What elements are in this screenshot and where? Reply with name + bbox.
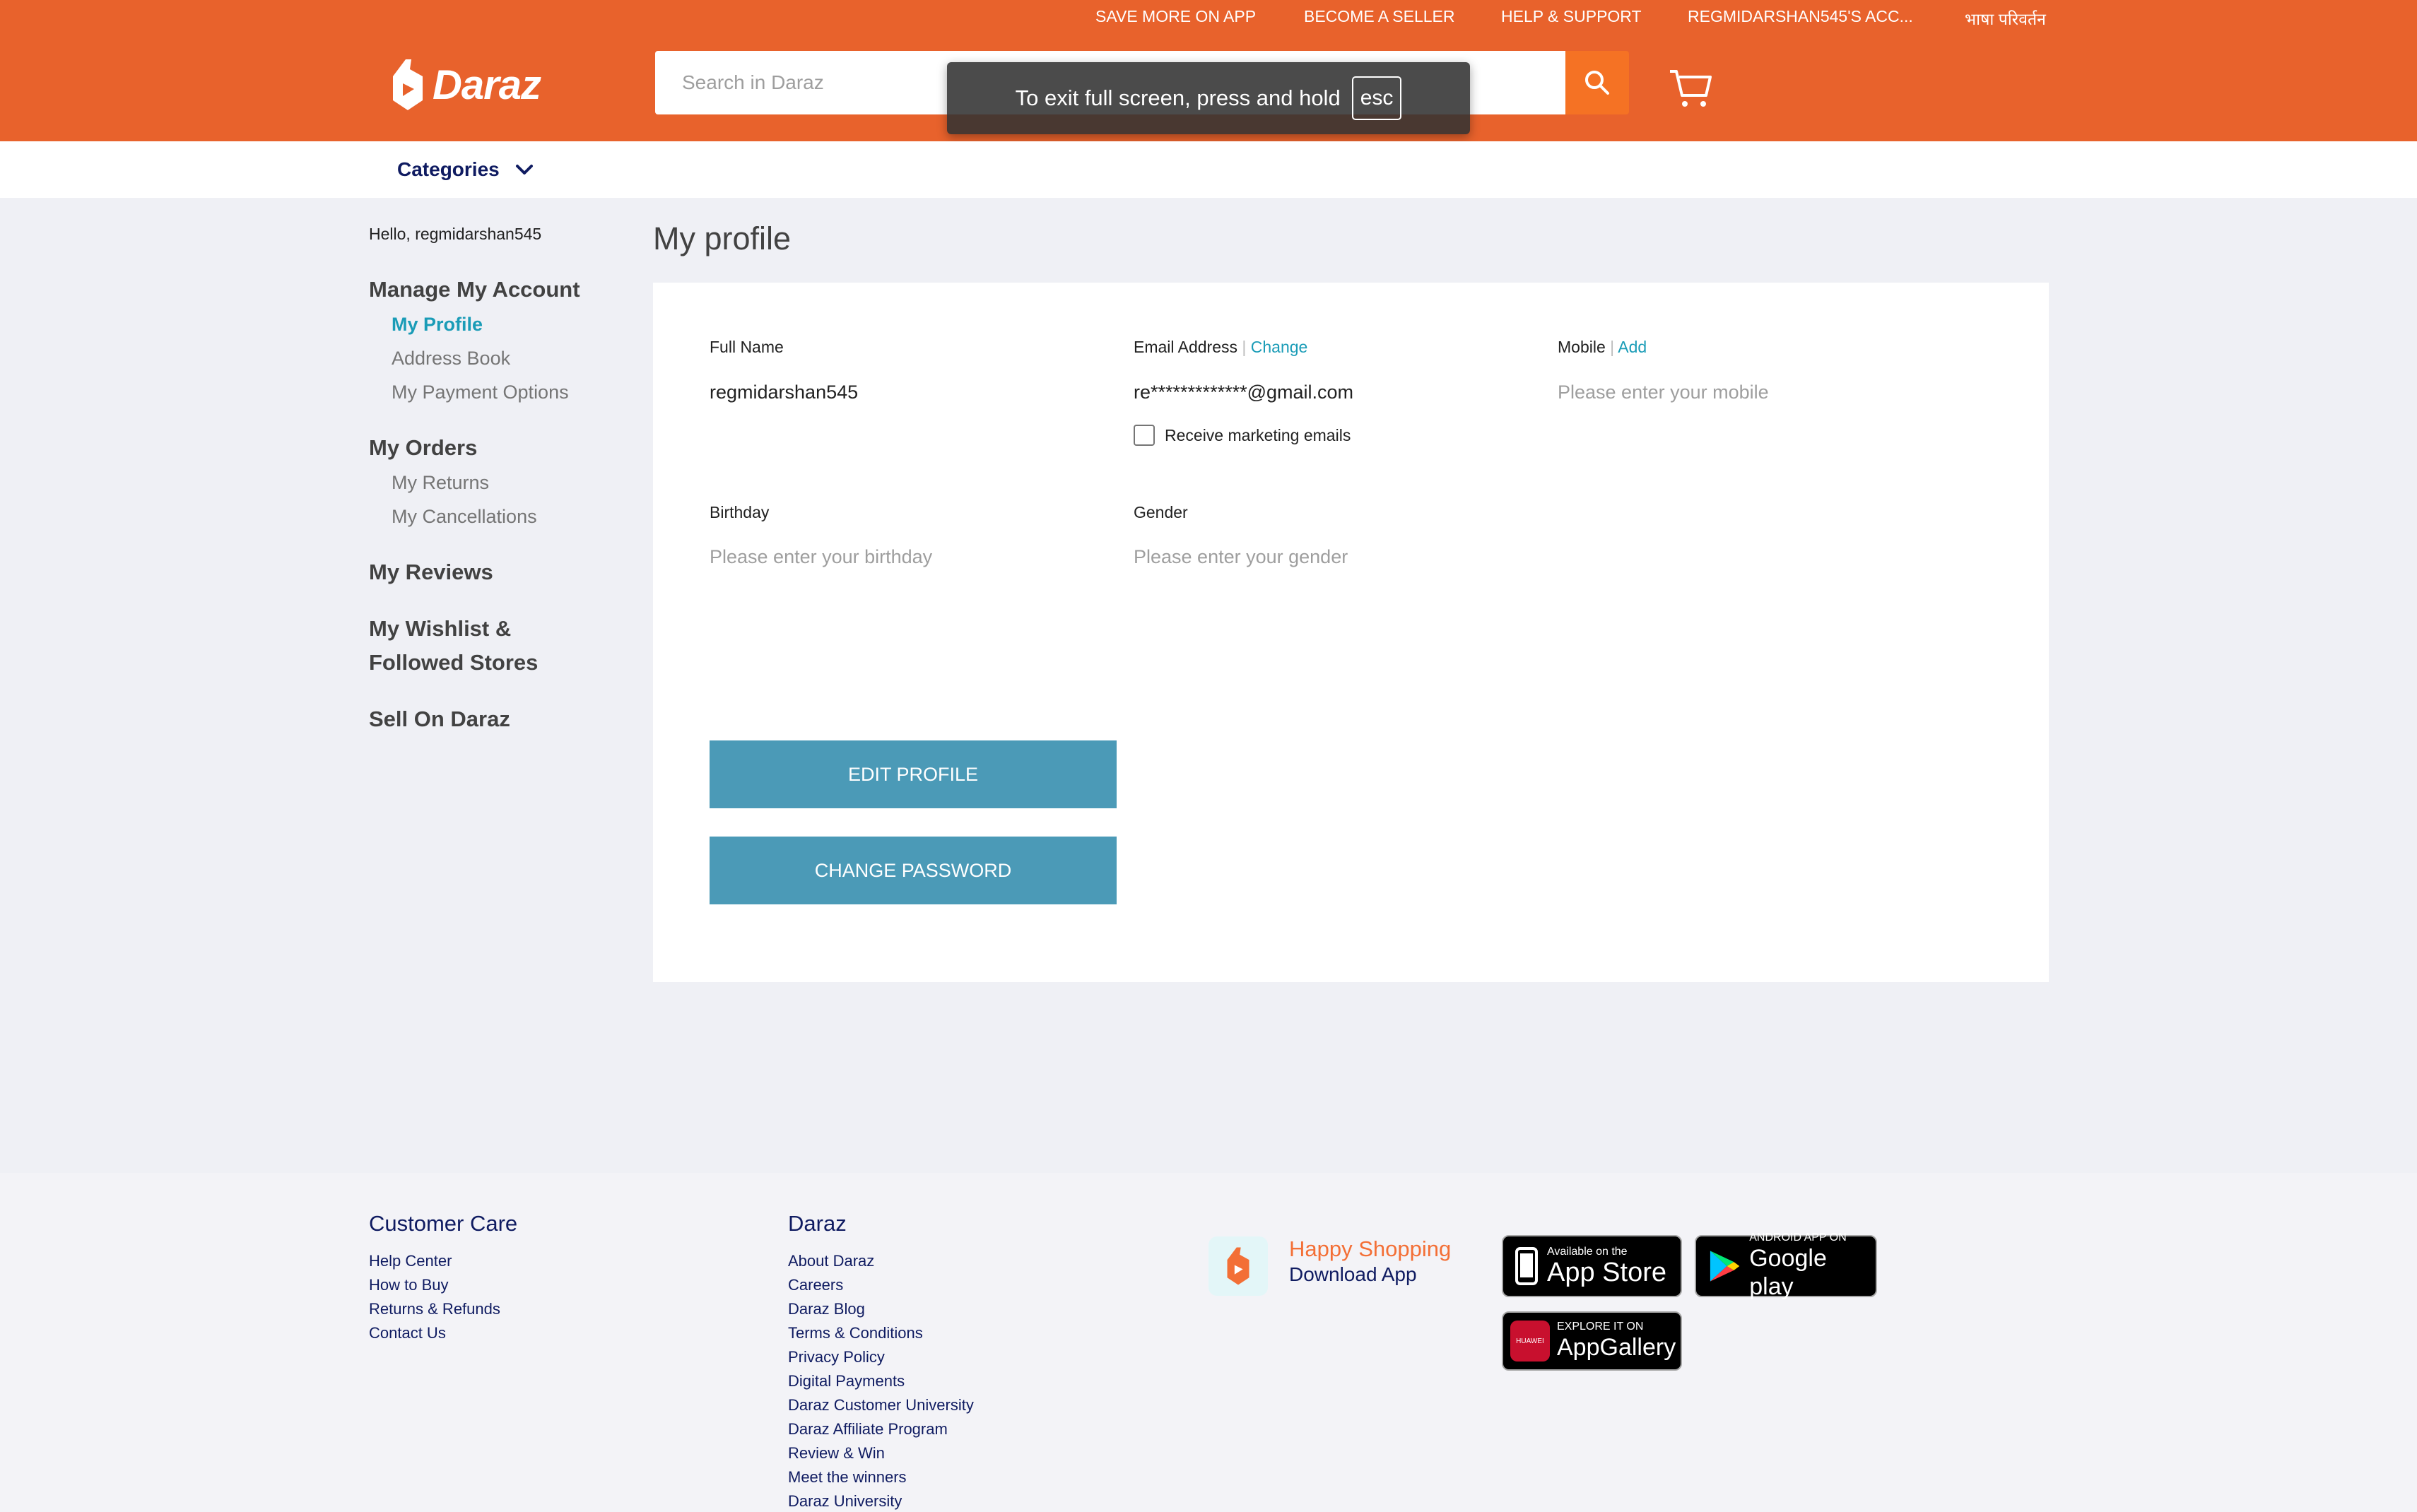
esc-key-badge: esc: [1351, 76, 1402, 120]
footer: Customer Care Help Center How to Buy Ret…: [0, 1173, 2417, 1512]
footer-link-customer-university[interactable]: Daraz Customer University: [788, 1396, 974, 1414]
happy-shopping-text: Happy Shopping: [1289, 1236, 1452, 1261]
page-title: My profile: [653, 220, 792, 256]
edit-profile-button[interactable]: EDIT PROFILE: [710, 740, 1117, 808]
footer-link-terms[interactable]: Terms & Conditions: [788, 1324, 923, 1342]
search-button[interactable]: [1565, 51, 1629, 114]
sidebar-sell-on-daraz[interactable]: Sell On Daraz: [369, 707, 510, 732]
sidebar-item-my-cancellations[interactable]: My Cancellations: [392, 506, 537, 528]
google-play-icon: [1710, 1251, 1740, 1282]
sidebar-wishlist-line1[interactable]: My Wishlist &: [369, 616, 511, 642]
sidebar-item-my-returns[interactable]: My Returns: [392, 472, 489, 494]
birthday-label: Birthday: [710, 503, 770, 521]
full-name-value: regmidarshan545: [710, 382, 859, 403]
mobile-label-group: Mobile | Add: [1558, 338, 1647, 357]
full-name-label: Full Name: [710, 338, 784, 356]
footer-link-privacy[interactable]: Privacy Policy: [788, 1348, 885, 1366]
phone-icon: [1515, 1247, 1538, 1285]
help-support-link[interactable]: HELP & SUPPORT: [1501, 7, 1642, 26]
app-store-badge[interactable]: Available on the App Store: [1502, 1235, 1682, 1297]
sidebar-wishlist-line2[interactable]: Followed Stores: [369, 650, 538, 675]
footer-link-university[interactable]: Daraz University: [788, 1492, 902, 1511]
footer-link-careers[interactable]: Careers: [788, 1276, 843, 1294]
mobile-placeholder: Please enter your mobile: [1558, 382, 1769, 403]
google-play-small-text: ANDROID APP ON: [1749, 1232, 1847, 1244]
marketing-emails-label: Receive marketing emails: [1165, 425, 1351, 444]
marketing-emails-checkbox[interactable]: [1134, 425, 1155, 446]
sidebar-manage-account[interactable]: Manage My Account: [369, 277, 580, 302]
sidebar-my-reviews[interactable]: My Reviews: [369, 560, 493, 585]
email-change-link[interactable]: Change: [1251, 338, 1308, 356]
email-label-group: Email Address | Change: [1134, 338, 1307, 357]
gender-placeholder: Please enter your gender: [1134, 546, 1348, 567]
download-app-text: Download App: [1289, 1263, 1417, 1285]
footer-link-review-win[interactable]: Review & Win: [788, 1444, 885, 1463]
sidebar-item-address-book[interactable]: Address Book: [392, 348, 510, 370]
profile-card: Full Name regmidarshan545 Email Address …: [653, 283, 2049, 982]
app-gallery-badge[interactable]: HUAWEI EXPLORE IT ON AppGallery: [1502, 1311, 1682, 1371]
app-store-big-text: App Store: [1547, 1258, 1666, 1287]
footer-link-about[interactable]: About Daraz: [788, 1252, 874, 1270]
categories-dropdown[interactable]: Categories: [397, 158, 534, 181]
footer-link-returns-refunds[interactable]: Returns & Refunds: [369, 1300, 500, 1318]
email-value: re*************@gmail.com: [1134, 382, 1354, 403]
footer-link-digital-payments[interactable]: Digital Payments: [788, 1372, 905, 1390]
mobile-label: Mobile: [1558, 338, 1606, 356]
logo-text: Daraz: [433, 61, 541, 108]
footer-customer-care-title: Customer Care: [369, 1211, 518, 1236]
mobile-separator: |: [1610, 338, 1615, 356]
birthday-placeholder: Please enter your birthday: [710, 546, 933, 567]
daraz-app-logo-icon: [1227, 1247, 1249, 1285]
footer-link-help-center[interactable]: Help Center: [369, 1252, 452, 1270]
footer-daraz-title: Daraz: [788, 1211, 847, 1236]
google-play-big-text: Google play: [1749, 1245, 1827, 1300]
top-bar: SAVE MORE ON APP BECOME A SELLER HELP & …: [0, 0, 2417, 35]
footer-link-contact-us[interactable]: Contact Us: [369, 1324, 446, 1342]
footer-link-how-to-buy[interactable]: How to Buy: [369, 1276, 449, 1294]
fullscreen-toast-text: To exit full screen, press and hold: [1015, 85, 1341, 110]
search-icon: [1585, 71, 1609, 95]
save-more-on-app-link[interactable]: SAVE MORE ON APP: [1095, 7, 1256, 26]
categories-label: Categories: [397, 158, 500, 180]
email-label: Email Address: [1134, 338, 1238, 356]
hello-greeting: Hello, regmidarshan545: [369, 225, 542, 243]
huawei-icon: HUAWEI: [1510, 1321, 1550, 1362]
app-gallery-small-text: EXPLORE IT ON: [1557, 1321, 1644, 1333]
daraz-logo-icon: [393, 59, 423, 110]
email-separator: |: [1242, 338, 1247, 356]
marketing-emails-checkbox-row[interactable]: Receive marketing emails: [1134, 425, 1351, 446]
account-menu-link[interactable]: REGMIDARSHAN545'S ACC...: [1688, 7, 1913, 26]
sidebar-my-orders[interactable]: My Orders: [369, 435, 477, 461]
app-store-small-text: Available on the: [1547, 1246, 1628, 1258]
fullscreen-exit-toast: To exit full screen, press and hold esc: [947, 62, 1470, 134]
header: SAVE MORE ON APP BECOME A SELLER HELP & …: [0, 0, 2417, 141]
daraz-app-icon[interactable]: [1208, 1236, 1268, 1296]
cart-icon[interactable]: [1668, 67, 1713, 110]
change-password-button[interactable]: CHANGE PASSWORD: [710, 837, 1117, 904]
sidebar-item-my-profile[interactable]: My Profile: [392, 314, 483, 336]
become-seller-link[interactable]: BECOME A SELLER: [1304, 7, 1454, 26]
mobile-add-link[interactable]: Add: [1618, 338, 1647, 356]
google-play-badge[interactable]: ANDROID APP ON Google play: [1695, 1232, 1877, 1300]
footer-link-meet-winners[interactable]: Meet the winners: [788, 1468, 907, 1487]
footer-link-affiliate[interactable]: Daraz Affiliate Program: [788, 1420, 948, 1439]
app-gallery-big-text: AppGallery: [1557, 1334, 1676, 1361]
gender-label: Gender: [1134, 503, 1188, 521]
chevron-down-icon: [515, 165, 533, 175]
daraz-logo[interactable]: Daraz: [390, 58, 541, 112]
language-switch-link[interactable]: भाषा परिवर्तन: [1965, 7, 2046, 30]
sidebar-item-payment-options[interactable]: My Payment Options: [392, 382, 569, 403]
footer-link-blog[interactable]: Daraz Blog: [788, 1300, 865, 1318]
categories-bar: Categories: [0, 141, 2417, 198]
